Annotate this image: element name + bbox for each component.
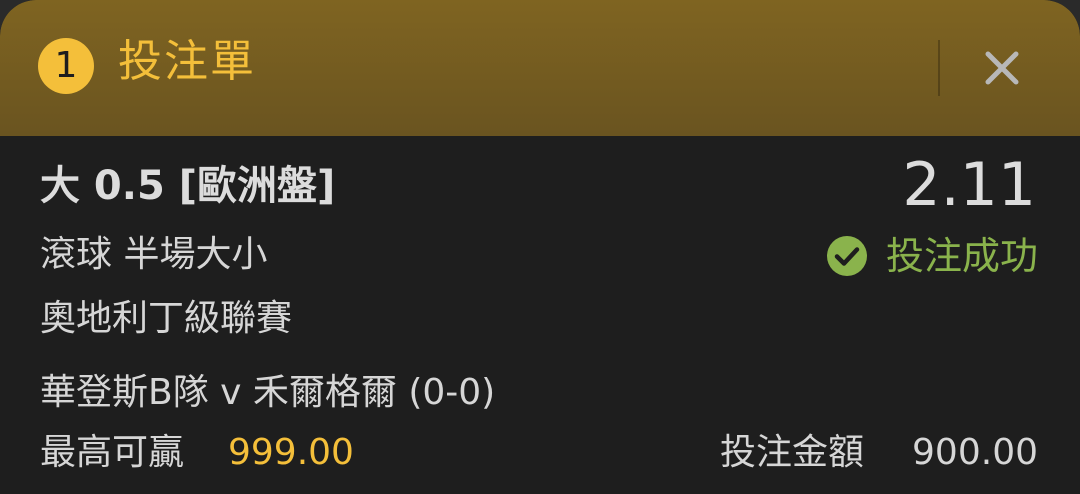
stake-value: 900.00	[912, 432, 1038, 473]
header-divider	[938, 40, 940, 96]
bet-slip-title: 投注單	[118, 36, 256, 87]
bet-market: 滾球 半場大小	[40, 234, 268, 275]
check-circle-icon	[826, 236, 867, 276]
bet-status-text: 投注成功	[885, 234, 1038, 278]
bet-selection: 大 0.5 [歐洲盤]	[40, 163, 336, 209]
bet-slip-header: 1 投注單	[0, 0, 1080, 136]
bet-match: 華登斯B隊 v 禾爾格爾 (0-0)	[40, 372, 496, 413]
max-win-label: 最高可贏	[40, 432, 185, 473]
bet-slip-panel: 1 投注單 大 0.5 [歐洲盤] 2.11 滾球 半場大小 投注成功 奧地利丁…	[0, 0, 1080, 494]
stake-label: 投注金額	[720, 432, 865, 473]
bet-status: 投注成功	[826, 228, 1038, 284]
close-icon	[985, 51, 1019, 85]
close-button[interactable]	[972, 38, 1032, 98]
bet-odds: 2.11	[902, 150, 1036, 220]
max-win-value: 999.00	[228, 432, 354, 473]
bet-league: 奧地利丁級聯賽	[40, 298, 293, 339]
bet-count-badge: 1	[38, 38, 94, 94]
